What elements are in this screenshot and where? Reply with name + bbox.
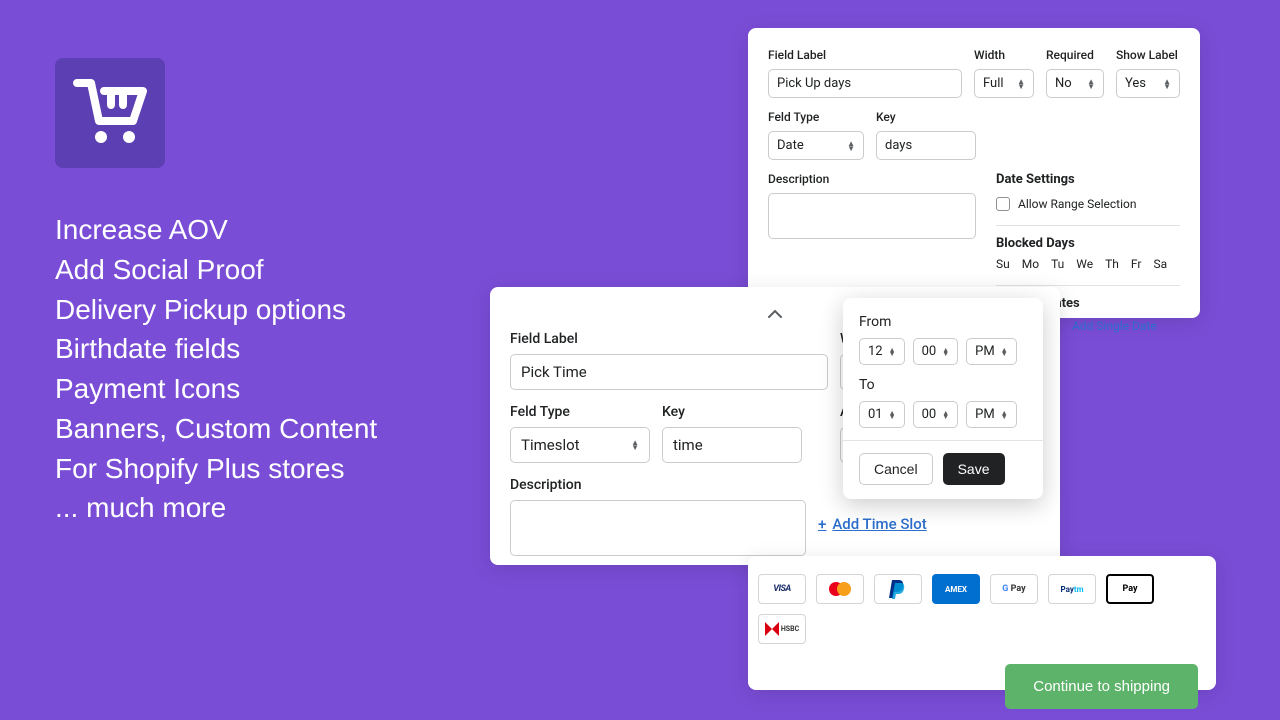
show-label-label: Show Label	[1116, 48, 1180, 62]
feature-item: Birthdate fields	[55, 329, 377, 369]
key-label: Key	[662, 404, 802, 420]
key-input[interactable]: days	[876, 131, 976, 160]
from-period-select[interactable]: PM▲▼	[966, 338, 1017, 365]
mastercard-icon	[816, 574, 864, 604]
field-label-input[interactable]: Pick Time	[510, 354, 828, 390]
width-select[interactable]: Full▲▼	[974, 69, 1034, 98]
feature-item: For Shopify Plus stores	[55, 449, 377, 489]
time-range-popover: From 12▲▼ 00▲▼ PM▲▼ To 01▲▼ 00▲▼ PM▲▼ Ca…	[843, 298, 1043, 499]
field-label-label: Field Label	[510, 331, 828, 347]
width-label: Width	[974, 48, 1034, 62]
chevron-up-icon	[768, 309, 782, 318]
feature-item: Payment Icons	[55, 369, 377, 409]
add-time-slot-link[interactable]: + Add Time Slot	[818, 515, 1040, 533]
required-label: Required	[1046, 48, 1104, 62]
description-textarea[interactable]	[768, 193, 976, 239]
from-label: From	[859, 314, 1027, 330]
continue-to-shipping-button[interactable]: Continue to shipping	[1005, 664, 1198, 709]
day-toggle[interactable]: Mo	[1022, 257, 1039, 271]
feature-item: Increase AOV	[55, 210, 377, 250]
to-period-select[interactable]: PM▲▼	[966, 401, 1017, 428]
cart-icon	[71, 77, 149, 149]
visa-icon: VISA	[758, 574, 806, 604]
allow-range-checkbox[interactable]	[996, 197, 1010, 211]
save-button[interactable]: Save	[943, 453, 1005, 485]
feature-item: Add Social Proof	[55, 250, 377, 290]
feature-item: ... much more	[55, 488, 377, 528]
brand-logo	[55, 58, 165, 168]
feld-type-select[interactable]: Timeslot▲▼	[510, 427, 650, 463]
key-label: Key	[876, 110, 976, 124]
feature-item: Banners, Custom Content	[55, 409, 377, 449]
description-textarea[interactable]	[510, 500, 806, 556]
day-toggle[interactable]: Th	[1105, 257, 1119, 271]
hsbc-icon: HSBC	[758, 614, 806, 644]
day-toggle[interactable]: Sa	[1153, 257, 1167, 271]
amex-icon: AMEX	[932, 574, 980, 604]
payment-card: VISA AMEX G Pay Paytm Pay HSBC Continue …	[748, 556, 1216, 690]
applepay-icon: Pay	[1106, 574, 1154, 604]
gpay-icon: G Pay	[990, 574, 1038, 604]
blocked-days-heading: Blocked Days	[996, 236, 1180, 251]
feature-item: Delivery Pickup options	[55, 290, 377, 330]
add-single-date-link[interactable]: Add Single Date	[1072, 319, 1157, 333]
payment-icon-row: VISA AMEX G Pay Paytm Pay HSBC	[758, 574, 1198, 644]
field-config-card-date: Field Label Pick Up days Width Full▲▼ Re…	[748, 28, 1200, 318]
description-label: Description	[510, 477, 806, 493]
to-hour-select[interactable]: 01▲▼	[859, 401, 905, 428]
feld-type-label: Feld Type	[768, 110, 864, 124]
to-label: To	[859, 377, 1027, 393]
description-label: Description	[768, 172, 976, 186]
feld-type-select[interactable]: Date▲▼	[768, 131, 864, 160]
day-toggle[interactable]: We	[1076, 257, 1093, 271]
paypal-icon	[874, 574, 922, 604]
feature-list: Increase AOV Add Social Proof Delivery P…	[55, 210, 377, 528]
field-label-label: Field Label	[768, 48, 962, 62]
day-toggle[interactable]: Tu	[1051, 257, 1064, 271]
day-toggle[interactable]: Su	[996, 257, 1010, 271]
from-minute-select[interactable]: 00▲▼	[913, 338, 959, 365]
day-toggle[interactable]: Fr	[1131, 257, 1142, 271]
date-settings-heading: Date Settings	[996, 172, 1180, 187]
field-label-input[interactable]: Pick Up days	[768, 69, 962, 98]
allow-range-label: Allow Range Selection	[1018, 197, 1137, 211]
paytm-icon: Paytm	[1048, 574, 1096, 604]
from-hour-select[interactable]: 12▲▼	[859, 338, 905, 365]
to-minute-select[interactable]: 00▲▼	[913, 401, 959, 428]
plus-icon: +	[818, 515, 826, 533]
show-label-select[interactable]: Yes▲▼	[1116, 69, 1180, 98]
required-select[interactable]: No▲▼	[1046, 69, 1104, 98]
cancel-button[interactable]: Cancel	[859, 453, 933, 485]
feld-type-label: Feld Type	[510, 404, 650, 420]
blocked-days-list: Su Mo Tu We Th Fr Sa	[996, 257, 1180, 271]
key-input[interactable]: time	[662, 427, 802, 463]
